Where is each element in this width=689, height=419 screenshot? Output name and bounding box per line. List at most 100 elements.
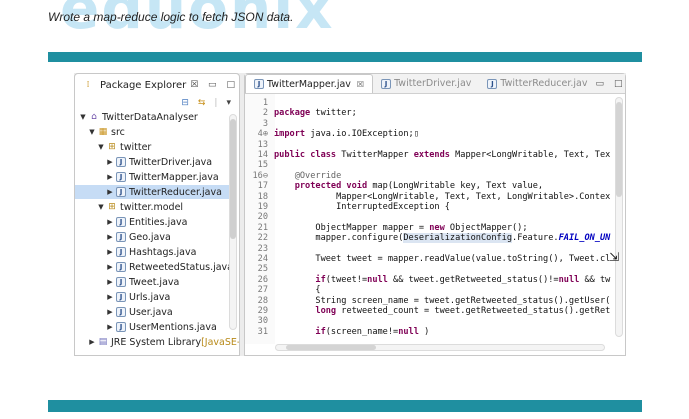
scrollbar-thumb[interactable]	[286, 345, 376, 350]
line-number: 15	[257, 160, 268, 171]
code-line: 29 long retweeted_count = tweet.getRetwe…	[245, 306, 611, 316]
line-number: 30	[257, 316, 268, 327]
editor-tab[interactable]: J TwitterMapper.jav ☒	[245, 74, 374, 93]
code-token: {	[274, 285, 321, 296]
tree-item[interactable]: ▶ J TwitterMapper.java	[75, 170, 218, 184]
java-file-icon: J	[487, 78, 498, 89]
code-line: 4⊕ import java.io.IOException;▯	[245, 129, 419, 139]
collapsed-arrow-icon[interactable]: ▶	[106, 158, 114, 166]
code-token: null	[558, 274, 580, 285]
collapsed-arrow-icon[interactable]: ▶	[106, 293, 114, 301]
code-token: (screen_name!=	[325, 326, 399, 337]
scrollbar-thumb[interactable]	[230, 119, 236, 239]
code-text: package twitter;	[272, 108, 357, 118]
link-with-editor-icon[interactable]: ⇆	[198, 98, 206, 108]
editor-vertical-scrollbar[interactable]	[615, 97, 623, 337]
code-line: 21 ObjectMapper mapper = new ObjectMappe…	[245, 223, 528, 233]
expanded-arrow-icon[interactable]: ▼	[79, 113, 87, 121]
tree-item-label: Entities.java	[129, 216, 188, 228]
code-token: mapper.configure(	[274, 233, 404, 244]
expanded-arrow-icon[interactable]: ▼	[97, 143, 105, 151]
expanded-arrow-icon[interactable]: ▼	[88, 128, 96, 136]
editor-minimize-icon[interactable]: ▭	[596, 79, 605, 89]
collapsed-arrow-icon[interactable]: ▶	[106, 173, 114, 181]
tree-item[interactable]: ▶ ▤ JRE System Library [JavaSE-	[75, 335, 239, 349]
code-text: String screen_name = tweet.getRetweeted_…	[272, 296, 610, 306]
expanded-arrow-icon[interactable]: ▼	[97, 203, 105, 211]
tree-item[interactable]: ▶ J TwitterDriver.java	[75, 155, 212, 169]
editor-tab[interactable]: J TwitterDriver.jav	[373, 74, 479, 93]
collapsed-arrow-icon[interactable]: ▶	[106, 308, 114, 316]
tree-item-label: Hashtags.java	[129, 246, 197, 258]
line-number: 27	[257, 285, 268, 296]
editor-tab[interactable]: J TwitterReducer.jav	[479, 74, 595, 93]
line-number: 22	[257, 233, 268, 244]
close-icon[interactable]: ☒	[357, 80, 364, 89]
tree-item[interactable]: ▶ J Urls.java	[75, 290, 170, 304]
tree-item-label: UserMentions.java	[129, 321, 217, 333]
package-explorer-scrollbar[interactable]	[229, 114, 237, 330]
editor-tab-bar: J TwitterMapper.jav ☒ J TwitterDriver.jav J Tw…	[245, 74, 625, 94]
tree-item-label: TwitterDataAnalyser	[102, 111, 198, 123]
tree-item[interactable]: ▼ ⌂ TwitterDataAnalyser	[75, 110, 198, 124]
project-icon: ⌂	[91, 112, 97, 122]
tree-item[interactable]: ▶ J UserMentions.java	[75, 320, 217, 334]
line-number: 1	[262, 98, 268, 108]
maximize-icon[interactable]: □	[226, 80, 235, 90]
code-token: @Override	[274, 170, 342, 181]
java-file-icon: J	[254, 79, 264, 89]
code-token: extends	[413, 150, 450, 160]
collapsed-arrow-icon[interactable]: ▶	[88, 338, 96, 346]
collapsed-arrow-icon[interactable]: ▶	[106, 263, 114, 271]
line-number: 29	[257, 306, 268, 316]
tree-item[interactable]: ▶ J TwitterReducer.java	[75, 185, 233, 199]
collapsed-arrow-icon[interactable]: ▶	[106, 233, 114, 241]
collapse-all-icon[interactable]: ⊟	[181, 98, 189, 108]
collapsed-arrow-icon[interactable]: ▶	[106, 218, 114, 226]
tree-item[interactable]: ▼ ⊞ twitter.model	[75, 200, 183, 214]
package-icon: ⊞	[108, 142, 116, 152]
tree-item[interactable]: ▼ ▦ src	[75, 125, 125, 139]
bottom-divider-bar	[48, 400, 642, 412]
code-line: 28 String screen_name = tweet.getRetweet…	[245, 296, 611, 306]
code-line: 31 if(screen_name!=null )	[245, 326, 430, 337]
tree-item[interactable]: ▶ J RetweetedStatus.java	[75, 260, 233, 274]
editor-maximize-icon[interactable]: □	[614, 79, 623, 89]
code-token: && tw	[579, 274, 611, 285]
code-token: if	[274, 326, 326, 337]
tree-item-label: Urls.java	[129, 291, 171, 303]
code-text: mapper.configure(DeserializationConfig.F…	[272, 233, 610, 244]
editor-horizontal-scrollbar[interactable]	[275, 344, 605, 351]
line-number: 25	[257, 264, 268, 275]
scrollbar-thumb[interactable]	[616, 102, 622, 197]
code-line: 20	[245, 212, 274, 222]
tree-item[interactable]: ▼ ⊞ twitter	[75, 140, 151, 154]
editor-tab-label: TwitterMapper.jav	[267, 78, 351, 90]
collapsed-arrow-icon[interactable]: ▶	[106, 278, 114, 286]
java-file-icon: J	[116, 277, 126, 287]
code-text: if(tweet!=null && tweet.getRetweeted_sta…	[272, 274, 611, 285]
collapsed-arrow-icon[interactable]: ▶	[106, 248, 114, 256]
collapsed-arrow-icon[interactable]: ▶	[106, 188, 114, 196]
package-explorer-tab[interactable]: ⁞ Package Explorer ☒ ▭ □	[75, 74, 239, 96]
code-line: 16⊖ @Override	[245, 170, 342, 181]
tree-item[interactable]: ▶ J Tweet.java	[75, 275, 179, 289]
collapsed-arrow-icon[interactable]: ▶	[106, 323, 114, 331]
tree-item[interactable]: ▶ J User.java	[75, 305, 172, 319]
tree-item[interactable]: ▶ J Geo.java	[75, 230, 170, 244]
tree-item[interactable]: ▶ J Hashtags.java	[75, 245, 196, 259]
minimize-icon[interactable]: ▭	[208, 80, 217, 90]
close-icon[interactable]: ☒	[190, 80, 198, 90]
code-line: 3	[245, 119, 274, 129]
code-text: import java.io.IOException;▯	[272, 129, 419, 139]
library-icon: ▤	[98, 337, 108, 347]
view-menu-icon[interactable]: ▾	[226, 98, 231, 108]
tree-item[interactable]: ▶ J Entities.java	[75, 215, 187, 229]
code-token: )	[418, 326, 430, 337]
code-line: 30	[245, 316, 274, 327]
java-file-icon: J	[116, 217, 126, 227]
code-area[interactable]: 1 2 package twitter; 3 4⊕ import java.io.IOEx…	[245, 94, 625, 344]
